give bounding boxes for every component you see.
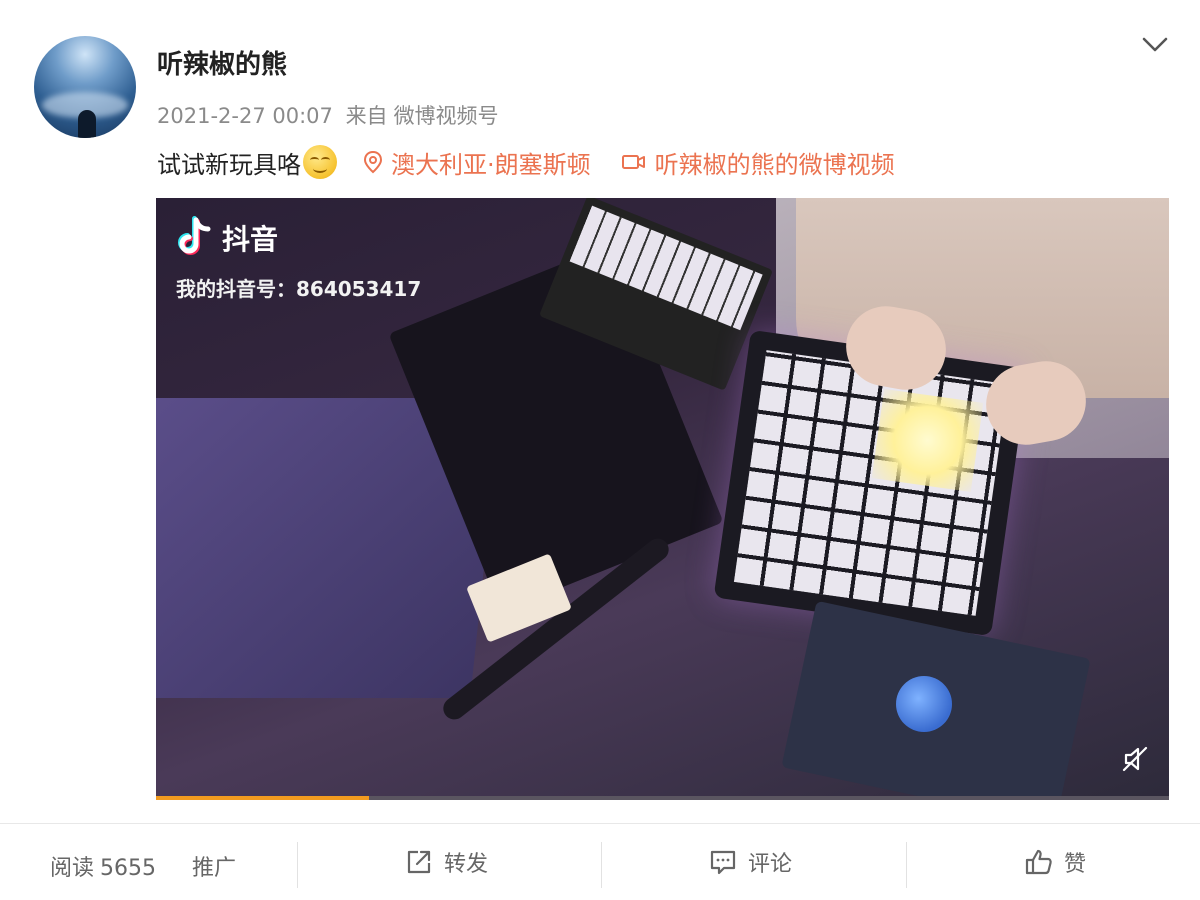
mute-icon[interactable] [1120,744,1150,778]
post-content: 试试新玩具咯 澳大利亚·朗塞斯顿 听辣椒的熊的微博视频 [157,142,895,182]
repost-icon [407,850,431,874]
avatar[interactable] [34,36,136,138]
like-label: 赞 [1064,852,1087,877]
tiktok-watermark: 抖音 [176,216,278,260]
like-button[interactable]: 赞 [1024,846,1086,878]
tiktok-user-id: 我的抖音号：864053417 [176,277,422,301]
post-text: 试试新玩具咯 [157,150,301,179]
location-link[interactable]: 澳大利亚·朗塞斯顿 [363,145,591,180]
video-progress-bar[interactable] [156,796,1169,800]
post-footer: 阅读 5655 推广 转发 评论 赞 [0,824,1200,900]
avatar-figure [78,110,96,138]
video-link-text: 听辣椒的熊的微博视频 [654,150,895,179]
source-prefix: 来自 [345,104,388,128]
tiktok-app-name: 抖音 [222,223,279,256]
footer-separator [297,842,298,888]
weibo-post-card: 听辣椒的熊 2021-2-27 00:07 来自 微博视频号 试试新玩具咯 澳大利… [0,0,1200,900]
post-meta: 2021-2-27 00:07 来自 微博视频号 [157,100,505,130]
video-knob-shape [896,676,952,732]
username[interactable]: 听辣椒的熊 [157,44,287,81]
read-number: 5655 [100,856,157,881]
tiktok-logo-icon [178,216,211,255]
read-count: 阅读 5655 [50,850,156,882]
post-time[interactable]: 2021-2-27 00:07 [157,104,333,128]
comment-button[interactable]: 评论 [708,846,792,878]
read-label: 阅读 [50,856,95,881]
video-link[interactable]: 听辣椒的熊的微博视频 [621,145,895,180]
repost-label: 转发 [444,852,489,877]
comment-label: 评论 [748,852,793,877]
footer-separator [601,842,602,888]
like-icon [1025,849,1052,875]
chevron-down-icon[interactable] [1140,32,1170,56]
post-source[interactable]: 微博视频号 [394,104,499,128]
repost-button[interactable]: 转发 [404,846,488,878]
video-piano-keys [569,205,763,331]
video-launchpad-glow [871,388,984,492]
comment-icon [710,850,736,875]
video-progress-fill [156,796,369,800]
location-pin-icon [363,150,383,174]
footer-separator [906,842,907,888]
location-text: 澳大利亚·朗塞斯顿 [391,150,591,179]
video-player[interactable]: 抖音 我的抖音号：864053417 [156,198,1169,800]
smile-emoji-icon [303,145,337,179]
promote-button[interactable]: 推广 [192,850,236,882]
video-camera-icon [621,155,645,169]
